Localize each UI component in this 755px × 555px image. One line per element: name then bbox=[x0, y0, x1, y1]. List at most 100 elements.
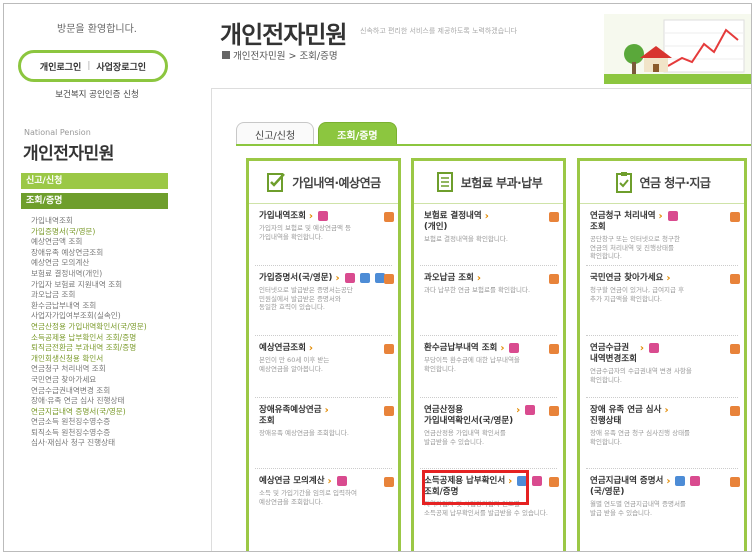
print-icon[interactable] bbox=[730, 477, 740, 487]
print-icon[interactable] bbox=[549, 477, 559, 487]
sidebar-menu-item[interactable]: 사업자가입여부조회(실속인) bbox=[31, 311, 147, 322]
sidebar-menu-item[interactable]: 가입증명서(국/영문) bbox=[31, 227, 147, 238]
print-icon[interactable] bbox=[549, 212, 559, 222]
document-badge-icon[interactable] bbox=[667, 211, 678, 221]
chevron-right-icon[interactable]: › bbox=[500, 343, 504, 354]
print-icon[interactable] bbox=[549, 274, 559, 284]
document-badge-icon[interactable] bbox=[532, 476, 543, 486]
sidebar-menu-item[interactable]: 국민연금 찾아가세요 bbox=[31, 375, 147, 386]
print-icon[interactable] bbox=[384, 406, 394, 416]
personal-login-button[interactable]: 개인로그인 bbox=[40, 60, 81, 73]
service-item-name[interactable]: 연금지급내역 증명서 (국/영문) bbox=[590, 476, 663, 498]
sidebar-tab-inquiry[interactable]: 조회/증명 bbox=[21, 193, 168, 209]
sidebar-menu-item[interactable]: 가입자 보험료 지원내역 조회 bbox=[31, 280, 147, 291]
service-item-name[interactable]: 가입내역조회 bbox=[259, 211, 306, 222]
service-item-name[interactable]: 장애유족예상연금 조회 bbox=[259, 405, 322, 427]
print-icon[interactable] bbox=[730, 344, 740, 354]
service-item[interactable]: 연금청구 처리내역 조회 › 공단창구 또는 인터넷으로 청구한 연금의 처리내역 및 … bbox=[590, 211, 738, 261]
sidebar-menu-item[interactable]: 연금수급권내역변경 조회 bbox=[31, 386, 147, 397]
sidebar-menu-item[interactable]: 과오납금 조회 bbox=[31, 290, 147, 301]
chevron-right-icon[interactable]: › bbox=[516, 405, 520, 416]
sidebar-menu-item[interactable]: 심사·재심사 청구 진행상태 bbox=[31, 438, 147, 449]
chevron-right-icon[interactable]: › bbox=[485, 211, 489, 222]
business-login-button[interactable]: 사업장로그인 bbox=[96, 60, 146, 73]
service-item-name[interactable]: 연금수급권 내역변경조회 bbox=[590, 343, 637, 365]
search-badge-icon[interactable] bbox=[675, 476, 686, 486]
document-badge-icon[interactable] bbox=[318, 211, 329, 221]
home-icon[interactable] bbox=[222, 51, 230, 59]
document-badge-icon[interactable] bbox=[344, 273, 355, 283]
sidebar-menu-item[interactable]: 보험료 결정내역(개인) bbox=[31, 269, 147, 280]
chevron-right-icon[interactable]: › bbox=[666, 476, 670, 487]
document-badge-icon[interactable] bbox=[690, 476, 701, 486]
sidebar-menu-item[interactable]: 연금소득 원천징수영수증 bbox=[31, 417, 147, 428]
service-item[interactable]: 연금산정용 가입내역확인서(국/영문) › 연금산정용 가입내역 확인서를 발급받을 수… bbox=[424, 405, 557, 446]
chevron-right-icon[interactable]: › bbox=[664, 405, 668, 416]
certificate-link[interactable]: 보건복지 공인인증 신청 bbox=[4, 88, 190, 100]
chevron-right-icon[interactable]: › bbox=[477, 273, 481, 284]
chevron-right-icon[interactable]: › bbox=[309, 343, 313, 354]
sidebar-menu-item[interactable]: 환수금납부내역 조회 bbox=[31, 301, 147, 312]
sidebar-menu-item[interactable]: 퇴직금전환금 부과내역 조회/증명 bbox=[31, 343, 147, 354]
service-item[interactable]: 장애 유족 연금 심사 진행상태 › 장애 유족 연금 청구 심사진행 상태를 확인합니… bbox=[590, 405, 738, 446]
service-item-name[interactable]: 장애 유족 연금 심사 진행상태 bbox=[590, 405, 661, 427]
column-enrollment: 가입내역·예상연금 가입내역조회 › 가입자의 보험료 및 예상연금액 등 가입내역을… bbox=[246, 158, 401, 551]
print-icon[interactable] bbox=[549, 406, 559, 416]
sidebar-menu-item[interactable]: 연금청구 처리내역 조회 bbox=[31, 364, 147, 375]
service-item-name[interactable]: 연금청구 처리내역 조회 bbox=[590, 211, 656, 233]
print-icon[interactable] bbox=[384, 274, 394, 284]
chevron-right-icon[interactable]: › bbox=[328, 476, 332, 487]
chevron-right-icon[interactable]: › bbox=[335, 273, 339, 284]
sidebar-menu-item[interactable]: 예상연금액 조회 bbox=[31, 237, 147, 248]
service-item[interactable]: 가입내역조회 › 가입자의 보험료 및 예상연금액 등 가입내역을 확인합니다. bbox=[259, 211, 392, 241]
service-item-name[interactable]: 환수금납부내역 조회 bbox=[424, 343, 497, 354]
chevron-right-icon[interactable]: › bbox=[325, 405, 329, 416]
sidebar-menu-item[interactable]: 개인회생신청용 확인서 bbox=[31, 354, 147, 365]
chevron-right-icon[interactable]: › bbox=[659, 211, 663, 222]
search-badge-icon[interactable] bbox=[359, 273, 370, 283]
service-item[interactable]: 환수금납부내역 조회 › 부당이득 환수금에 대한 납부내역을 확인합니다. bbox=[424, 343, 557, 373]
service-item[interactable]: 예상연금조회 › 본인이 만 60세 이후 받는 예상연금을 알아봅니다. bbox=[259, 343, 392, 373]
service-item-name[interactable]: 예상연금 모의계산 bbox=[259, 476, 325, 487]
tab-inquiry[interactable]: 조회/증명 bbox=[318, 122, 397, 145]
document-badge-icon[interactable] bbox=[525, 405, 536, 415]
print-icon[interactable] bbox=[384, 477, 394, 487]
header-illustration bbox=[604, 14, 751, 84]
document-badge-icon[interactable] bbox=[336, 476, 347, 486]
tab-report[interactable]: 신고/신청 bbox=[236, 122, 315, 145]
document-badge-icon[interactable] bbox=[509, 343, 520, 353]
service-item[interactable]: 예상연금 모의계산 › 소득 및 가입기간을 임의로 입력하여 예상연금을 조회합니다… bbox=[259, 476, 392, 506]
sidebar-tab-report[interactable]: 신고/신청 bbox=[21, 173, 168, 189]
service-item-name[interactable]: 과오납금 조회 bbox=[424, 273, 474, 284]
service-item[interactable]: 국민연금 찾아가세요 › 청구할 연금이 있거나, 급여지급 후 추가 지급액을 확인… bbox=[590, 273, 738, 303]
service-item-name[interactable]: 가입증명서(국/영문) bbox=[259, 273, 332, 284]
document-badge-icon[interactable] bbox=[649, 343, 660, 353]
service-item[interactable]: 연금수급권 내역변경조회 › 연금수급자의 수급권내역 변경 사항을 확인합니다. bbox=[590, 343, 738, 384]
service-item[interactable]: 장애유족예상연금 조회 › 장애유족 예상연금을 조회합니다. bbox=[259, 405, 392, 438]
service-item-name[interactable]: 국민연금 찾아가세요 bbox=[590, 273, 663, 284]
service-item-name[interactable]: 연금산정용 가입내역확인서(국/영문) bbox=[424, 405, 513, 427]
sidebar-menu-item[interactable]: 연금산정용 가입내역확인서(국/영문) bbox=[31, 322, 147, 333]
service-item[interactable]: 보험료 결정내역 (개인) › 보험료 결정내역을 확인합니다. bbox=[424, 211, 557, 244]
sidebar-menu-item[interactable]: 예상연금 모의계산 bbox=[31, 258, 147, 269]
sidebar-menu-item[interactable]: 연금지급내역 증명서(국/영문) bbox=[31, 407, 147, 418]
service-item[interactable]: 과오납금 조회 › 과다 납부한 연금 보험료를 확인합니다. bbox=[424, 273, 557, 295]
sidebar-menu-item[interactable]: 소득공제용 납부확인서 조회/증명 bbox=[31, 333, 147, 344]
print-icon[interactable] bbox=[730, 274, 740, 284]
print-icon[interactable] bbox=[384, 212, 394, 222]
service-item-name[interactable]: 예상연금조회 bbox=[259, 343, 306, 354]
print-icon[interactable] bbox=[730, 406, 740, 416]
sidebar-menu-item[interactable]: 장애·유족 연금 심사 진행상태 bbox=[31, 396, 147, 407]
chevron-right-icon[interactable]: › bbox=[640, 343, 644, 354]
print-icon[interactable] bbox=[730, 212, 740, 222]
sidebar-menu-item[interactable]: 퇴직소득 원천징수영수증 bbox=[31, 428, 147, 439]
sidebar-menu-item[interactable]: 가입내역조회 bbox=[31, 216, 147, 227]
chevron-right-icon[interactable]: › bbox=[666, 273, 670, 284]
chevron-right-icon[interactable]: › bbox=[309, 211, 313, 222]
print-icon[interactable] bbox=[384, 344, 394, 354]
service-item[interactable]: 연금지급내역 증명서 (국/영문) › 월별 연도별 연금지급내역 증명서를 발급 받을… bbox=[590, 476, 738, 517]
service-item-name[interactable]: 보험료 결정내역 (개인) bbox=[424, 211, 482, 233]
sidebar-menu-item[interactable]: 장애유족 예상연금조회 bbox=[31, 248, 147, 259]
service-item[interactable]: 가입증명서(국/영문) › 인터넷으로 발급받은 증명서는공단 민원실에서 발급받은 … bbox=[259, 273, 392, 312]
print-icon[interactable] bbox=[549, 344, 559, 354]
